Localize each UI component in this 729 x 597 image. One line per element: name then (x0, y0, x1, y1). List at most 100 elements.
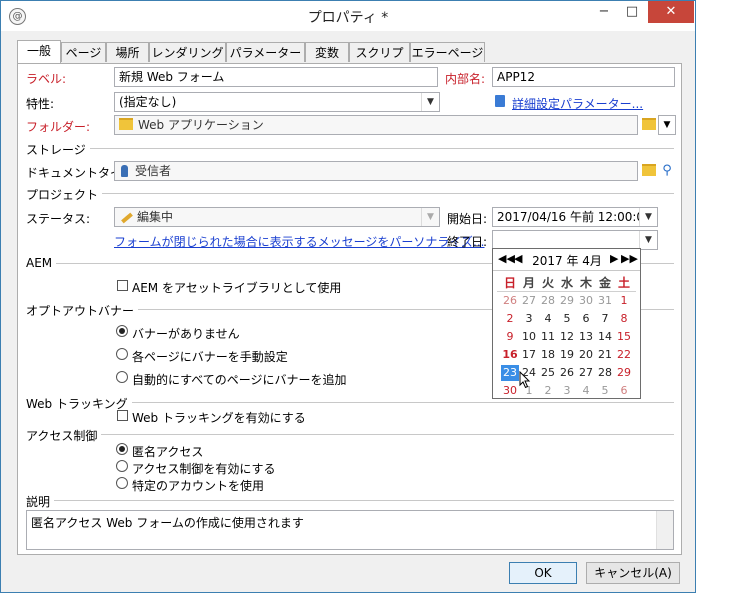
next-month-icon[interactable]: ▶ (610, 251, 618, 267)
title-bar: @ プロパティ * − □ ✕ (1, 1, 695, 31)
access-radio-account[interactable] (116, 477, 128, 489)
personalize-message-link[interactable]: フォームが閉じられた場合に表示するメッセージをパーソナライズ... (114, 233, 485, 250)
status-select[interactable]: 編集中 ▼ (114, 207, 440, 227)
ok-button[interactable]: OK (509, 562, 577, 584)
chevron-down-icon[interactable]: ▼ (421, 93, 439, 111)
minimize-button[interactable]: − (593, 1, 615, 23)
calendar-day[interactable]: 3 (558, 383, 576, 399)
optout-option-none: バナーがありません (132, 327, 240, 341)
tab-scripts[interactable]: スクリプト (349, 42, 410, 80)
tab-parameters[interactable]: パラメーター (226, 42, 305, 62)
folder-dropdown-button[interactable]: ▼ (658, 115, 676, 135)
clipboard-icon (495, 95, 505, 107)
search-button[interactable]: ⚲ (658, 161, 676, 181)
internal-name-input[interactable]: APP12 (492, 67, 675, 87)
calendar-day[interactable]: 22 (615, 347, 633, 363)
tracking-checkbox[interactable] (117, 410, 128, 421)
calendar-day[interactable]: 30 (501, 383, 519, 399)
calendar-day[interactable]: 31 (596, 293, 614, 309)
optout-radio-none[interactable] (116, 325, 128, 337)
calendar-day[interactable]: 9 (501, 329, 519, 345)
calendar-day[interactable]: 28 (539, 293, 557, 309)
calendar-day[interactable]: 21 (596, 347, 614, 363)
calendar-day[interactable]: 3 (520, 311, 538, 327)
description-section-title: 説明 (26, 493, 55, 510)
chevron-down-icon: ▼ (421, 208, 439, 226)
calendar-day[interactable]: 18 (539, 347, 557, 363)
start-date-input[interactable]: 2017/04/16 午前 12:00:00 ▼ (492, 207, 658, 227)
prev-month-icon[interactable]: ◀ (514, 251, 522, 267)
calendar-day[interactable]: 2 (501, 311, 519, 327)
property-select[interactable]: (指定なし) ▼ (114, 92, 440, 112)
calendar-day[interactable]: 16 (501, 347, 519, 363)
optout-radio-auto[interactable] (116, 371, 128, 383)
tracking-checkbox-label: Web トラッキングを有効にする (132, 411, 306, 425)
calendar-day[interactable]: 13 (577, 329, 595, 345)
cancel-button[interactable]: キャンセル(A) (586, 562, 680, 584)
folder-browse-button[interactable] (640, 115, 658, 135)
close-button[interactable]: ✕ (648, 1, 694, 23)
chevron-down-icon[interactable]: ▼ (639, 231, 657, 249)
calendar-day[interactable]: 1 (615, 293, 633, 309)
chevron-down-icon[interactable]: ▼ (639, 208, 657, 226)
calendar-day[interactable]: 25 (539, 365, 557, 381)
weekday-label: 金 (598, 276, 611, 290)
calendar-day[interactable]: 20 (577, 347, 595, 363)
calendar-day[interactable]: 23 (501, 365, 519, 381)
document-type-browse-button[interactable] (640, 161, 658, 181)
calendar-day[interactable]: 12 (558, 329, 576, 345)
aem-checkbox[interactable] (117, 280, 128, 291)
tab-rendering[interactable]: レンダリング (149, 42, 226, 62)
tab-variables[interactable]: 変数 (305, 42, 349, 62)
calendar-day[interactable]: 14 (596, 329, 614, 345)
calendar-day[interactable]: 15 (615, 329, 633, 345)
property-value: (指定なし) (119, 95, 177, 109)
calendar-day[interactable]: 29 (558, 293, 576, 309)
calendar-day[interactable]: 2 (539, 383, 557, 399)
prev-year-icon[interactable]: ◀◀ (498, 251, 515, 267)
calendar-day[interactable]: 8 (615, 311, 633, 327)
label-input[interactable]: 新規 Web フォーム (114, 67, 438, 87)
calendar-day[interactable]: 4 (539, 311, 557, 327)
calendar-day[interactable]: 6 (577, 311, 595, 327)
calendar-day[interactable]: 10 (520, 329, 538, 345)
calendar-day[interactable]: 19 (558, 347, 576, 363)
description-section-divider (26, 500, 674, 501)
description-textarea[interactable]: 匿名アクセス Web フォームの作成に使用されます (26, 510, 674, 550)
calendar-day[interactable]: 17 (520, 347, 538, 363)
document-type-value: 受信者 (135, 164, 172, 178)
tab-error-pages[interactable]: エラーページ (410, 42, 485, 62)
user-icon (121, 165, 128, 177)
calendar-month-label[interactable]: 2017 年 4月 (527, 252, 607, 269)
calendar-day[interactable]: 5 (558, 311, 576, 327)
calendar-day[interactable]: 11 (539, 329, 557, 345)
maximize-button[interactable]: □ (621, 1, 643, 23)
calendar-divider (497, 291, 636, 292)
storage-section-divider (26, 148, 674, 149)
pencil-icon (121, 212, 133, 224)
access-radio-anonymous[interactable] (116, 443, 128, 455)
calendar-day[interactable]: 27 (577, 365, 595, 381)
folder-input[interactable]: Web アプリケーション (114, 115, 638, 135)
tab-general[interactable]: 一般 (17, 40, 61, 64)
optout-radio-manual[interactable] (116, 348, 128, 360)
document-type-input[interactable]: 受信者 (114, 161, 638, 181)
calendar-day[interactable]: 29 (615, 365, 633, 381)
advanced-parameters-link[interactable]: 詳細設定パラメーター... (512, 95, 643, 112)
calendar-day[interactable]: 30 (577, 293, 595, 309)
calendar-day[interactable]: 26 (558, 365, 576, 381)
calendar-day[interactable]: 7 (596, 311, 614, 327)
calendar-day[interactable]: 27 (520, 293, 538, 309)
calendar-day[interactable]: 5 (596, 383, 614, 399)
calendar-day[interactable]: 28 (596, 365, 614, 381)
end-date-input[interactable]: ▼ (492, 230, 658, 250)
calendar-day[interactable]: 6 (615, 383, 633, 399)
tab-pages[interactable]: ページ (61, 42, 106, 62)
calendar-day[interactable]: 4 (577, 383, 595, 399)
calendar-day[interactable]: 26 (501, 293, 519, 309)
description-scrollbar[interactable] (656, 511, 673, 549)
tab-location[interactable]: 場所 (106, 42, 149, 62)
window-title: プロパティ * (307, 10, 389, 26)
access-radio-enable[interactable] (116, 460, 128, 472)
next-year-icon[interactable]: ▶▶ (621, 251, 638, 267)
